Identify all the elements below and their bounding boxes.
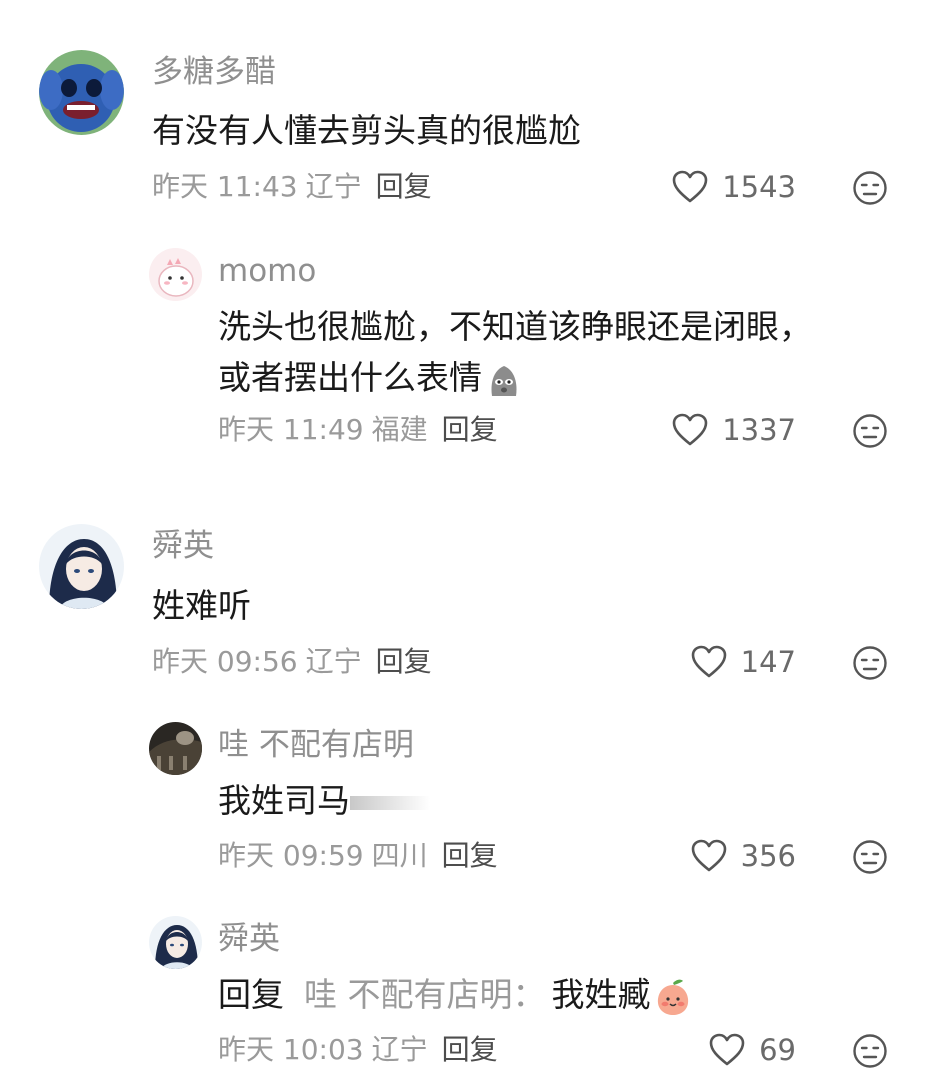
meh-face-icon (853, 414, 887, 448)
dislike-button[interactable] (852, 839, 888, 875)
comment-text-row: 我姓司马 (218, 770, 430, 832)
heart-icon (691, 839, 726, 872)
comment-region: 福建 (371, 413, 428, 446)
comment-time: 昨天 09:56 (152, 645, 298, 678)
dislike-button[interactable] (852, 645, 888, 681)
heart-icon (691, 645, 726, 678)
reply-button[interactable]: 回复 (442, 839, 498, 872)
comment-text: 我姓司马 (218, 781, 350, 820)
comment-meta: 昨天 10:03 辽宁 回复 (218, 1030, 498, 1070)
meh-face-icon (853, 840, 887, 874)
comment-region: 辽宁 (305, 170, 362, 203)
dislike-button[interactable] (852, 170, 888, 206)
like-button[interactable]: 1543 (672, 167, 796, 207)
moai-emoji-icon (491, 365, 517, 396)
peach-emoji-icon (657, 979, 688, 1015)
heart-icon (672, 413, 708, 446)
pink-dino-avatar-icon (149, 248, 202, 301)
meh-face-icon (853, 1034, 887, 1068)
comment-time: 昨天 09:59 (218, 839, 364, 872)
comment-text-row: 回复哇 不配有店明： 我姓臧 (218, 964, 693, 1026)
like-count: 356 (740, 839, 796, 873)
like-button[interactable]: 69 (709, 1030, 796, 1070)
like-count: 147 (740, 645, 796, 679)
comment-region: 辽宁 (305, 645, 362, 678)
fade-decoration (350, 795, 430, 810)
comment-region: 辽宁 (371, 1033, 428, 1066)
comment-time: 昨天 11:43 (152, 170, 298, 203)
dislike-button[interactable] (852, 413, 888, 449)
comment-text: 我姓臧 (551, 975, 651, 1014)
user-avatar[interactable] (149, 248, 202, 301)
anime-girl-avatar-icon (39, 524, 124, 609)
dark-photo-avatar-icon (149, 722, 202, 775)
username[interactable]: 舜英 (218, 919, 280, 959)
comment-text: 姓难听 (152, 586, 251, 625)
comment-meta: 昨天 09:59 四川 回复 (218, 836, 498, 876)
heart-icon (672, 170, 708, 203)
like-count: 1337 (722, 413, 796, 447)
anime-girl-avatar-icon (149, 916, 202, 969)
user-avatar[interactable] (39, 50, 124, 135)
like-count: 1543 (722, 170, 796, 204)
like-count: 69 (759, 1033, 796, 1067)
comment-time: 昨天 10:03 (218, 1033, 364, 1066)
username[interactable]: momo (218, 251, 316, 291)
comment-meta: 昨天 09:56 辽宁 回复 (152, 642, 432, 682)
user-avatar[interactable] (149, 722, 202, 775)
meh-face-icon (853, 646, 887, 680)
like-button[interactable]: 1337 (672, 410, 796, 450)
comment-meta: 昨天 11:49 福建 回复 (218, 410, 498, 450)
reply-button[interactable]: 回复 (442, 413, 498, 446)
reply-button[interactable]: 回复 (376, 645, 432, 678)
comment-meta: 昨天 11:43 辽宁 回复 (152, 167, 432, 207)
reply-target-user[interactable]: 哇 不配有店明： (304, 975, 546, 1014)
user-avatar[interactable] (149, 916, 202, 969)
user-avatar[interactable] (39, 524, 124, 609)
reply-button[interactable]: 回复 (442, 1033, 498, 1066)
username[interactable]: 多糖多醋 (152, 52, 276, 92)
like-button[interactable]: 356 (691, 836, 796, 876)
comment-text: 有没有人懂去剪头真的很尴尬 (152, 111, 581, 150)
comment-time: 昨天 11:49 (218, 413, 364, 446)
comment-region: 四川 (371, 839, 428, 872)
stitch-avatar-icon (39, 50, 124, 135)
reply-button[interactable]: 回复 (376, 170, 432, 203)
dislike-button[interactable] (852, 1033, 888, 1069)
meh-face-icon (853, 171, 887, 205)
comment-text-line2: 或者摆出什么表情 (218, 347, 524, 409)
username[interactable]: 哇 不配有店明 (218, 725, 414, 765)
reply-prefix: 回复 (218, 975, 284, 1014)
username[interactable]: 舜英 (152, 526, 214, 566)
like-button[interactable]: 147 (691, 642, 796, 682)
comment-text: 或者摆出什么表情 (218, 358, 482, 397)
heart-icon (709, 1033, 745, 1066)
